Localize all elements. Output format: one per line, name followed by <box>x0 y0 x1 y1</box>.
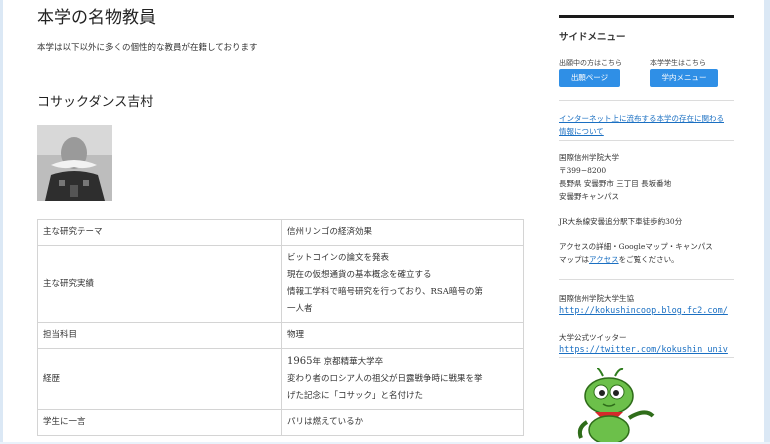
access-post: をご覧ください。 <box>618 255 679 264</box>
twitter-url-link[interactable]: https://twitter.com/kokushin_univ <box>559 344 728 357</box>
page-title: 本学の名物教員 <box>37 8 156 28</box>
notice-link[interactable]: インターネット上に流布する本学の存在に関わる 情報について <box>559 112 724 138</box>
coop-url[interactable]: http://kokushincoop.blog.fc2.com/ <box>559 306 728 316</box>
postal-code: 〒399−8200 <box>559 166 607 175</box>
page: 本学の名物教員 本学は以下以外に多くの個性的な教員が在籍しております コサックダ… <box>0 0 770 444</box>
sidebar-title: サイドメニュー <box>559 32 626 43</box>
row-label: 担当科目 <box>37 322 282 349</box>
divider <box>559 100 734 101</box>
students-caption: 本学学生はこちら <box>650 59 706 67</box>
row-value: ビットコインの論文を発表 現在の仮想通貨の基本概念を確立する 情報工学科で暗号研… <box>281 245 524 323</box>
row-value-text: 年 京都精華大学卒 <box>312 357 384 367</box>
row-value-line: 現在の仮想通貨の基本概念を確立する <box>287 270 432 280</box>
address-line2: 安曇野キャンパス <box>559 192 619 201</box>
graduation-year: 1965 <box>287 356 313 367</box>
divider <box>559 357 734 358</box>
divider <box>559 279 734 280</box>
row-value-line: 変わり者のロシア人の祖父が日露戦争時に戦果を挙 <box>287 374 483 384</box>
right-edge <box>764 0 770 442</box>
professor-info-table: 主な研究テーマ 信州リンゴの経済効果 主な研究実績 ビットコインの論文を発表 現… <box>37 219 524 436</box>
application-page-button[interactable]: 出願ページ <box>559 69 620 87</box>
coop-label: 国際信州学院大学生協 <box>559 294 634 303</box>
row-value-line: げた記念に「コサック」と名付けた <box>287 391 424 401</box>
row-value-line: 一人者 <box>287 304 313 314</box>
row-label: 主な研究テーマ <box>37 219 282 246</box>
divider <box>559 140 734 141</box>
access-pre: マップは <box>559 255 589 264</box>
campus-menu-button[interactable]: 学内メニュー <box>650 69 718 87</box>
row-value-line: 情報工学科で暗号研究を行っており、RSA暗号の第 <box>287 287 483 297</box>
professor-name: コサックダンス吉村 <box>37 95 154 110</box>
access-info: アクセスの詳細・Googleマップ・キャンパス マップはアクセスをご覧ください。 <box>559 240 713 266</box>
address-line1: 長野県 安曇野市 三丁目 長坂番地 <box>559 179 672 188</box>
university-name: 国際信州学院大学 <box>559 153 619 162</box>
table-row: 担当科目 物理 <box>37 322 524 349</box>
left-edge <box>0 0 3 442</box>
address-block: 国際信州学院大学 〒399−8200 長野県 安曇野市 三丁目 長坂番地 安曇野… <box>559 151 671 203</box>
professor-portrait <box>37 125 112 201</box>
intro-text: 本学は以下以外に多くの個性的な教員が在籍しております <box>37 43 258 53</box>
table-row: 経歴 1965年 京都精華大学卒 変わり者のロシア人の祖父が日露戦争時に戦果を挙… <box>37 348 524 410</box>
row-value-line: 1965年 京都精華大学卒 <box>287 353 518 371</box>
sidebar-top-bar <box>559 15 734 18</box>
coop-url-link[interactable]: http://kokushincoop.blog.fc2.com/ <box>559 305 728 318</box>
applicants-caption: 出願中の方はこちら <box>559 59 622 67</box>
row-value-line: 信州リンゴの経済効果 <box>287 227 373 237</box>
table-row: 学生に一言 パリは燃えているか <box>37 409 524 436</box>
row-value: 信州リンゴの経済効果 <box>281 219 524 246</box>
notice-link-line1[interactable]: インターネット上に流布する本学の存在に関わる <box>559 114 724 123</box>
row-value-line: パリは燃えているか <box>287 417 364 427</box>
row-value: 物理 <box>281 322 524 349</box>
notice-link-line2[interactable]: 情報について <box>559 127 604 136</box>
table-row: 主な研究テーマ 信州リンゴの経済効果 <box>37 219 524 246</box>
station-info: JR大糸線安曇追分駅下車徒歩約30分 <box>559 217 683 226</box>
row-label: 学生に一言 <box>37 409 282 436</box>
grasshopper-mascot-image <box>573 367 663 444</box>
twitter-url[interactable]: https://twitter.com/kokushin_univ <box>559 345 728 355</box>
row-value: パリは燃えているか <box>281 409 524 436</box>
row-value-line: 物理 <box>287 330 305 340</box>
row-value: 1965年 京都精華大学卒 変わり者のロシア人の祖父が日露戦争時に戦果を挙 げた… <box>281 348 524 410</box>
twitter-label: 大学公式ツイッター <box>559 333 627 342</box>
row-value-line: ビットコインの論文を発表 <box>287 253 390 263</box>
access-line1: アクセスの詳細・Googleマップ・キャンパス <box>559 242 713 251</box>
table-row: 主な研究実績 ビットコインの論文を発表 現在の仮想通貨の基本概念を確立する 情報… <box>37 245 524 323</box>
row-label: 主な研究実績 <box>37 245 282 323</box>
access-link[interactable]: アクセス <box>589 255 619 264</box>
row-label: 経歴 <box>37 348 282 410</box>
